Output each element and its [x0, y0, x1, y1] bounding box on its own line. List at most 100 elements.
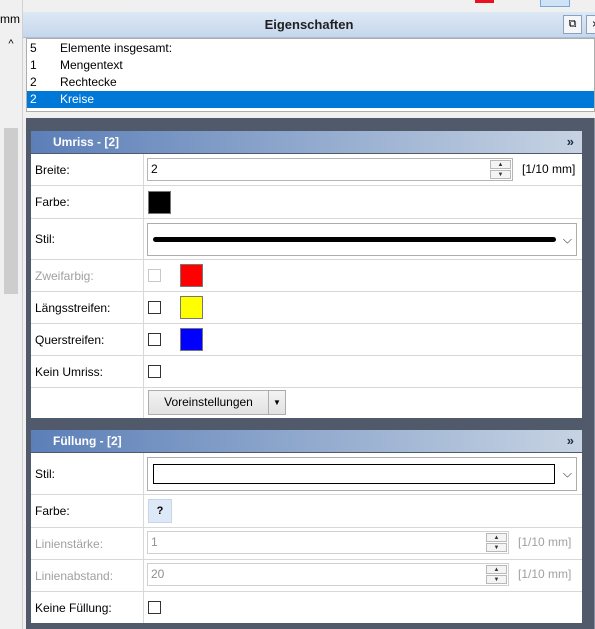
column-divider [143, 495, 144, 527]
outline-width-input[interactable]: 2 ▲ ▼ [147, 158, 513, 181]
column-divider [143, 453, 144, 494]
column-divider [143, 560, 144, 591]
fill-style-combo[interactable]: ⌵ [147, 457, 577, 491]
list-item[interactable]: 5 Elemente insgesamt: [27, 40, 594, 57]
spin-buttons[interactable]: ▲ ▼ [486, 533, 507, 552]
long-stripes-checkbox[interactable] [148, 301, 161, 314]
chevron-down-icon[interactable]: ⌵ [563, 232, 572, 247]
panel-title: Eigenschaften [264, 17, 354, 32]
outline-width-unit: [1/10 mm] [522, 162, 576, 176]
spin-buttons[interactable]: ▲ ▼ [490, 160, 511, 179]
outline-color-label: Farbe: [35, 195, 70, 209]
outline-style-row: Stil: ⌵ [31, 219, 582, 260]
fill-style-row: Stil: ⌵ [31, 453, 582, 495]
no-outline-checkbox[interactable] [148, 365, 161, 378]
spin-down-icon[interactable]: ▼ [486, 543, 507, 552]
spin-up-icon[interactable]: ▲ [486, 533, 507, 542]
line-style-preview [153, 237, 556, 242]
unit-label: mm [0, 12, 20, 26]
fill-color-row: Farbe: ? [31, 495, 582, 528]
item-count: 1 [30, 58, 37, 72]
column-divider [143, 592, 144, 623]
list-item[interactable]: 2 Rechtecke [27, 74, 594, 91]
scrollbar-thumb[interactable] [4, 128, 18, 294]
list-item[interactable]: 1 Mengentext [27, 57, 594, 74]
presets-label: Voreinstellungen [164, 395, 253, 409]
outline-width-row: Breite: 2 ▲ ▼ [1/10 mm] [31, 154, 582, 186]
item-count: 2 [30, 92, 37, 106]
outline-color-row: Farbe: [31, 186, 582, 219]
outline-style-combo[interactable]: ⌵ [147, 223, 577, 256]
fill-color-button[interactable]: ? [148, 499, 172, 523]
no-outline-label: Kein Umriss: [35, 364, 104, 379]
presets-button[interactable]: Voreinstellungen ▼ [148, 390, 286, 415]
line-width-unit: [1/10 mm] [518, 535, 572, 549]
column-divider [143, 292, 144, 323]
outline-section-header[interactable]: Umriss - [2] » [31, 131, 582, 153]
panel-titlebar: Eigenschaften ⧉ × [23, 12, 595, 38]
collapse-chevron-icon[interactable]: » [567, 430, 574, 452]
scroll-up-icon[interactable]: ^ [4, 37, 18, 51]
line-width-label: Linienstärke: [35, 536, 104, 551]
outline-section-body: Breite: 2 ▲ ▼ [1/10 mm] Farbe: Stil: ⌵ Z… [31, 154, 582, 418]
collapse-chevron-icon[interactable]: » [567, 131, 574, 153]
cross-stripes-swatch[interactable] [180, 328, 203, 351]
fill-section-header[interactable]: Füllung - [2] » [31, 430, 582, 452]
column-divider [143, 154, 144, 185]
long-stripes-swatch[interactable] [180, 296, 203, 319]
column-divider [143, 356, 144, 387]
item-name: Elemente insgesamt: [60, 41, 173, 55]
fill-style-preview [153, 464, 555, 484]
fill-section-body: Stil: ⌵ Farbe: ? Linienstärke: 1 ▲ ▼ [1/… [31, 453, 582, 623]
line-width-input[interactable]: 1 ▲ ▼ [147, 531, 509, 554]
spin-buttons[interactable]: ▲ ▼ [486, 565, 507, 584]
line-spacing-row: Linienabstand: 20 ▲ ▼ [1/10 mm] [31, 560, 582, 592]
outline-twocolor-row: Zweifarbig: [31, 260, 582, 292]
left-ruler-strip [0, 0, 23, 629]
dock-button[interactable]: ⧉ [563, 15, 582, 34]
selection-list[interactable]: 5 Elemente insgesamt: 1 Mengentext 2 Rec… [26, 38, 595, 112]
no-fill-checkbox[interactable] [148, 601, 161, 614]
color-indicator [475, 0, 494, 3]
no-outline-row: Kein Umriss: [31, 356, 582, 388]
column-divider [143, 324, 144, 355]
outline-color-swatch[interactable] [148, 191, 171, 214]
line-spacing-label: Linienabstand: [35, 568, 114, 583]
presets-row: Voreinstellungen ▼ [31, 388, 582, 418]
twocolor-swatch[interactable] [180, 264, 203, 287]
outline-width-label: Breite: [35, 162, 70, 177]
item-count: 5 [30, 41, 37, 55]
long-stripes-label: Längsstreifen: [35, 300, 111, 315]
twocolor-checkbox[interactable] [148, 269, 161, 282]
line-width-row: Linienstärke: 1 ▲ ▼ [1/10 mm] [31, 528, 582, 560]
outline-style-label: Stil: [35, 232, 56, 246]
toolbar-button[interactable] [540, 0, 570, 7]
column-divider [143, 219, 144, 259]
line-spacing-input[interactable]: 20 ▲ ▼ [147, 563, 509, 586]
column-divider [143, 260, 144, 291]
outline-cross-stripes-row: Querstreifen: [31, 324, 582, 356]
list-item-selected[interactable]: 2 Kreise [27, 91, 594, 108]
spin-down-icon[interactable]: ▼ [490, 170, 511, 179]
dropdown-arrow-icon[interactable]: ▼ [269, 391, 285, 414]
fill-section-title: Füllung - [2] [53, 434, 122, 448]
top-toolbar-strip [23, 0, 595, 12]
item-name: Mengentext [60, 58, 123, 72]
column-divider [143, 528, 144, 559]
outline-section-title: Umriss - [2] [53, 135, 120, 149]
column-divider [143, 186, 144, 218]
fill-color-label: Farbe: [35, 504, 70, 518]
spin-up-icon[interactable]: ▲ [490, 160, 511, 169]
spin-up-icon[interactable]: ▲ [486, 565, 507, 574]
cross-stripes-checkbox[interactable] [148, 333, 161, 346]
line-spacing-unit: [1/10 mm] [518, 567, 572, 581]
fill-style-label: Stil: [35, 466, 56, 481]
chevron-down-icon[interactable]: ⌵ [563, 467, 572, 482]
item-name: Kreise [60, 92, 95, 106]
line-width-value: 1 [151, 535, 158, 549]
spin-down-icon[interactable]: ▼ [486, 575, 507, 584]
outline-width-value: 2 [151, 162, 158, 176]
column-divider [143, 388, 144, 418]
no-fill-row: Keine Füllung: [31, 592, 582, 623]
close-button[interactable]: × [586, 15, 595, 34]
